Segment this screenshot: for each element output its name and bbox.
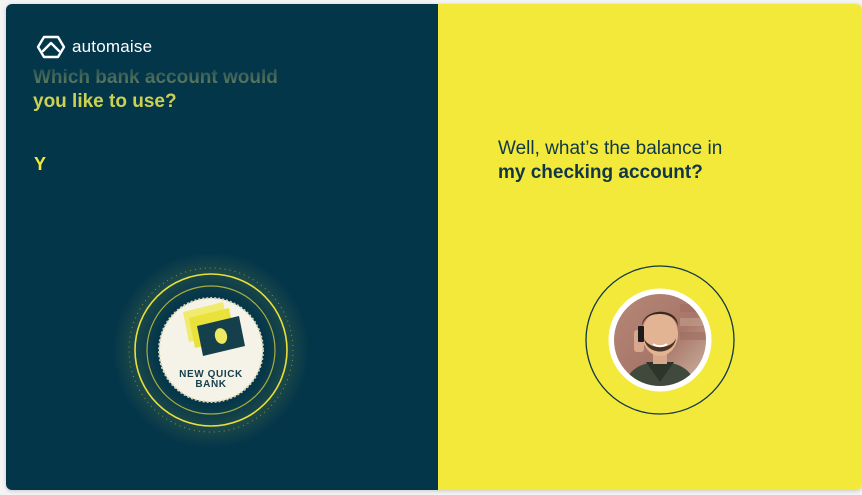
assistant-panel: automaise Which bank account would you l…	[6, 4, 438, 490]
assistant-question: Which bank account would you like to use…	[33, 66, 353, 114]
question-line-2: you like to use?	[33, 91, 177, 112]
brand-name: automaise	[72, 37, 153, 56]
user-panel: Well, what’s the balance in my checking …	[438, 4, 862, 490]
answer-line-1: Well, what’s the balance in	[498, 138, 723, 159]
user-avatar-man-on-phone	[614, 294, 706, 386]
user-avatar-visualizer	[584, 264, 736, 416]
automaise-logo-icon	[36, 35, 66, 59]
user-question: Well, what’s the balance in my checking …	[498, 137, 818, 185]
question-line-1: Which bank account would	[33, 66, 353, 90]
typed-response-text: Y	[34, 154, 47, 174]
brand-logo: automaise	[36, 34, 152, 60]
app-frame: automaise Which bank account would you l…	[6, 4, 862, 490]
bank-visualizer: NEW QUICK BANK	[111, 252, 311, 454]
bank-name-line-2: BANK	[195, 379, 226, 390]
bank-logo: NEW QUICK BANK	[158, 297, 264, 403]
answer-line-2: my checking account?	[498, 162, 703, 183]
